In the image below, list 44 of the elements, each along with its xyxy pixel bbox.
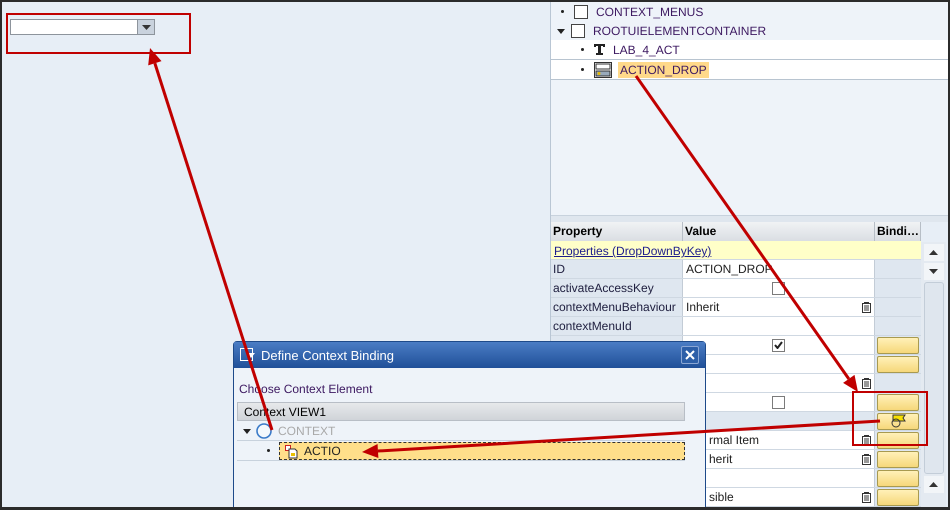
close-icon	[685, 350, 695, 360]
dialog-title: Define Context Binding	[261, 348, 394, 362]
element-icon	[574, 4, 588, 18]
dialog-icon	[240, 348, 256, 362]
expanded-icon[interactable]	[557, 26, 565, 34]
column-header: Property	[551, 222, 683, 241]
property-cell: activateAccessKey	[551, 279, 683, 297]
scroll-down-button[interactable]	[924, 263, 944, 280]
value-text: sible	[709, 490, 734, 504]
tree-node[interactable]: ROOTUIELEMENTCONTAINER	[591, 22, 768, 38]
property-cell: contextMenuId	[551, 317, 683, 335]
property-cell: ID	[551, 260, 683, 278]
caret-icon	[142, 24, 150, 30]
attribute-icon	[285, 444, 299, 458]
element-icon	[571, 24, 585, 38]
tree-node[interactable]: LAB_4_ACT	[611, 42, 682, 58]
property-cell: contextMenuBehaviour	[551, 298, 683, 316]
dropdown-field[interactable]	[10, 19, 155, 35]
scroll-up-button[interactable]	[924, 244, 944, 261]
up-arrow-icon	[929, 482, 938, 487]
checkbox[interactable]	[772, 396, 785, 408]
list-icon	[862, 302, 871, 312]
list-icon	[862, 434, 871, 446]
list-icon	[862, 378, 871, 388]
value-text: herit	[709, 452, 732, 466]
column-header: Bindi…	[875, 222, 921, 241]
value-text: rmal Item	[709, 433, 760, 447]
scroll-thumb[interactable]	[924, 282, 944, 474]
list-icon	[862, 492, 871, 502]
scroll-up-button[interactable]	[924, 476, 944, 493]
up-arrow-icon	[929, 250, 938, 255]
checkbox[interactable]	[772, 338, 785, 352]
text-icon	[594, 44, 605, 55]
value-text: Inherit	[686, 300, 720, 314]
tree-bullet	[581, 48, 584, 51]
close-button[interactable]	[681, 346, 699, 364]
tree-bullet	[267, 449, 270, 452]
list-icon	[862, 454, 871, 464]
circle-icon	[256, 422, 272, 438]
tree-bullet	[581, 68, 584, 71]
column-header: Value	[683, 222, 875, 241]
tree-node[interactable]: ACTION_DROP	[618, 62, 709, 78]
tree-node[interactable]: CONTEXT_MENUS	[594, 4, 706, 20]
down-arrow-icon	[929, 269, 938, 274]
